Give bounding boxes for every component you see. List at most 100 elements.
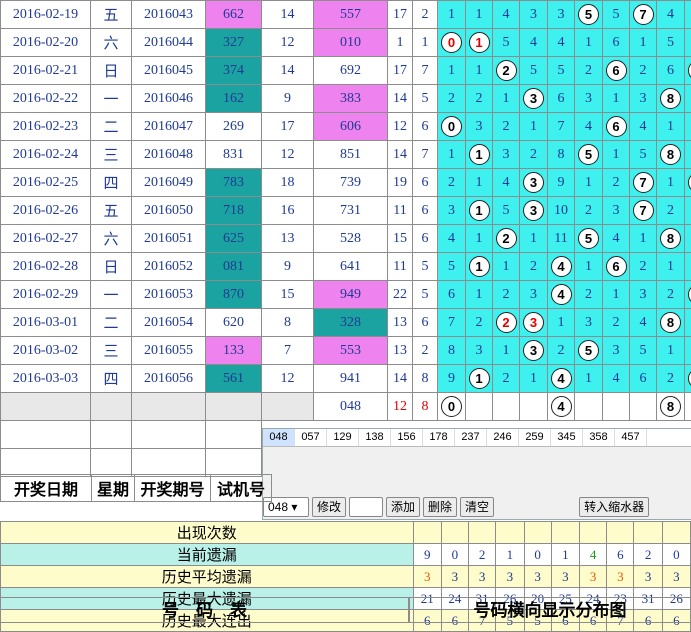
digit-ball: 6	[606, 256, 627, 277]
draw-weekday: 三	[91, 337, 132, 365]
dist-cell-9: 9	[685, 281, 691, 309]
combo-tab[interactable]: 345	[551, 429, 583, 446]
test-sum: 22	[388, 281, 413, 309]
combo-tab[interactable]: 178	[423, 429, 455, 446]
dist-cell-3: 2	[520, 141, 548, 169]
stat-value-8: 3	[634, 566, 662, 588]
draw-number: 870	[206, 281, 262, 309]
combo-tab[interactable]: 057	[295, 429, 327, 446]
dist-cell-4: 2	[548, 337, 575, 365]
digit-ball: 4	[551, 368, 572, 389]
combo-tab[interactable]: 156	[391, 429, 423, 446]
stat-value-6: 3	[579, 566, 606, 588]
draw-row: 2016-02-28日201605208196411155112416213	[1, 253, 691, 281]
draw-sum: 14	[262, 57, 314, 85]
dist-cell-5: 2	[575, 281, 603, 309]
dist-cell-8: 6	[657, 57, 685, 85]
stat-value-7: 6	[607, 544, 634, 566]
combo-tab[interactable]: 237	[455, 429, 487, 446]
dist-cell-7: 1	[630, 29, 657, 57]
combo-tab[interactable]: 259	[519, 429, 551, 446]
dist-cell-8: 2	[657, 281, 685, 309]
combo-tab[interactable]: 246	[487, 429, 519, 446]
combo-tab[interactable]: 358	[583, 429, 615, 446]
delete-button[interactable]: 删除	[423, 497, 457, 517]
pending-empty	[132, 393, 206, 421]
value-input[interactable]	[349, 497, 383, 517]
draw-date: 2016-03-01	[1, 309, 91, 337]
digit-ball: 8	[660, 88, 681, 109]
dist-cell-8: 8	[657, 225, 685, 253]
test-span: 7	[413, 141, 438, 169]
add-button[interactable]: 添加	[386, 497, 420, 517]
shrink-button[interactable]: 转入缩水器	[579, 497, 649, 517]
dist-cell-1: 1	[466, 281, 493, 309]
combo-tab[interactable]: 048	[263, 429, 295, 446]
dist-cell-9: 3	[685, 253, 691, 281]
dist-cell-1: 1	[466, 253, 493, 281]
dist-cell-3: 3	[520, 337, 548, 365]
dist-cell-1: 2	[466, 309, 493, 337]
dist-cell-9: 3	[685, 29, 691, 57]
draw-sum: 9	[262, 85, 314, 113]
dist-cell-5: 1	[575, 29, 603, 57]
stat-row: 历史平均遗漏3333333333	[1, 566, 691, 588]
pending-dist-6	[603, 393, 630, 421]
control-bar: 048 ▾ 修改 添加 删除 清空 转入缩水器	[263, 497, 649, 517]
test-span: 6	[413, 225, 438, 253]
blank-cell	[132, 449, 206, 477]
dist-cell-7: 6	[630, 365, 657, 393]
dist-cell-1: 1	[466, 197, 493, 225]
stat-value-9: 0	[662, 544, 690, 566]
draw-sum: 15	[262, 281, 314, 309]
draw-number: 561	[206, 365, 262, 393]
dist-cell-1: 1	[466, 141, 493, 169]
dist-cell-2: 2	[493, 365, 520, 393]
dist-cell-6: 5	[603, 1, 630, 29]
dist-cell-2: 3	[493, 141, 520, 169]
stat-value-5	[551, 522, 579, 544]
stat-value-3	[496, 522, 524, 544]
test-span: 5	[413, 85, 438, 113]
draw-weekday: 六	[91, 29, 132, 57]
combo-tab[interactable]: 129	[327, 429, 359, 446]
draw-date: 2016-02-26	[1, 197, 91, 225]
test-number: 557	[314, 1, 388, 29]
test-span: 6	[413, 113, 438, 141]
draw-issue: 2016054	[132, 309, 206, 337]
draw-row: 2016-02-27六20160516251352815641211154182	[1, 225, 691, 253]
dist-cell-7: 1	[630, 225, 657, 253]
draw-number: 269	[206, 113, 262, 141]
draw-date: 2016-02-21	[1, 57, 91, 85]
blank-cell	[1, 449, 91, 477]
pending-span: 8	[413, 393, 438, 421]
combo-tab[interactable]: 138	[359, 429, 391, 446]
test-span: 7	[413, 57, 438, 85]
pending-dist-7	[630, 393, 657, 421]
test-sum: 14	[388, 365, 413, 393]
draw-issue: 2016056	[132, 365, 206, 393]
digit-ball: 7	[633, 200, 654, 221]
draw-row: 2016-03-02三201605513375531328313253512	[1, 337, 691, 365]
clear-button[interactable]: 清空	[460, 497, 494, 517]
digit-ball: 1	[469, 368, 490, 389]
dist-cell-8: 5	[657, 29, 685, 57]
test-sum: 19	[388, 169, 413, 197]
dist-cell-0: 1	[438, 1, 466, 29]
combo-tab[interactable]: 457	[615, 429, 647, 446]
edit-button[interactable]: 修改	[312, 497, 346, 517]
dist-cell-0: 1	[438, 57, 466, 85]
dist-cell-2: 1	[493, 85, 520, 113]
test-span: 6	[413, 197, 438, 225]
dist-cell-2: 1	[493, 253, 520, 281]
dist-cell-5: 3	[575, 85, 603, 113]
dist-cell-1: 1	[466, 169, 493, 197]
dist-cell-1: 1	[466, 29, 493, 57]
stat-value-1: 3	[441, 566, 468, 588]
pending-dist-3	[520, 393, 548, 421]
stat-value-7	[607, 522, 634, 544]
dist-cell-8: 2	[657, 365, 685, 393]
dist-cell-0: 1	[438, 141, 466, 169]
dist-cell-7: 2	[630, 57, 657, 85]
dist-cell-5: 5	[575, 1, 603, 29]
